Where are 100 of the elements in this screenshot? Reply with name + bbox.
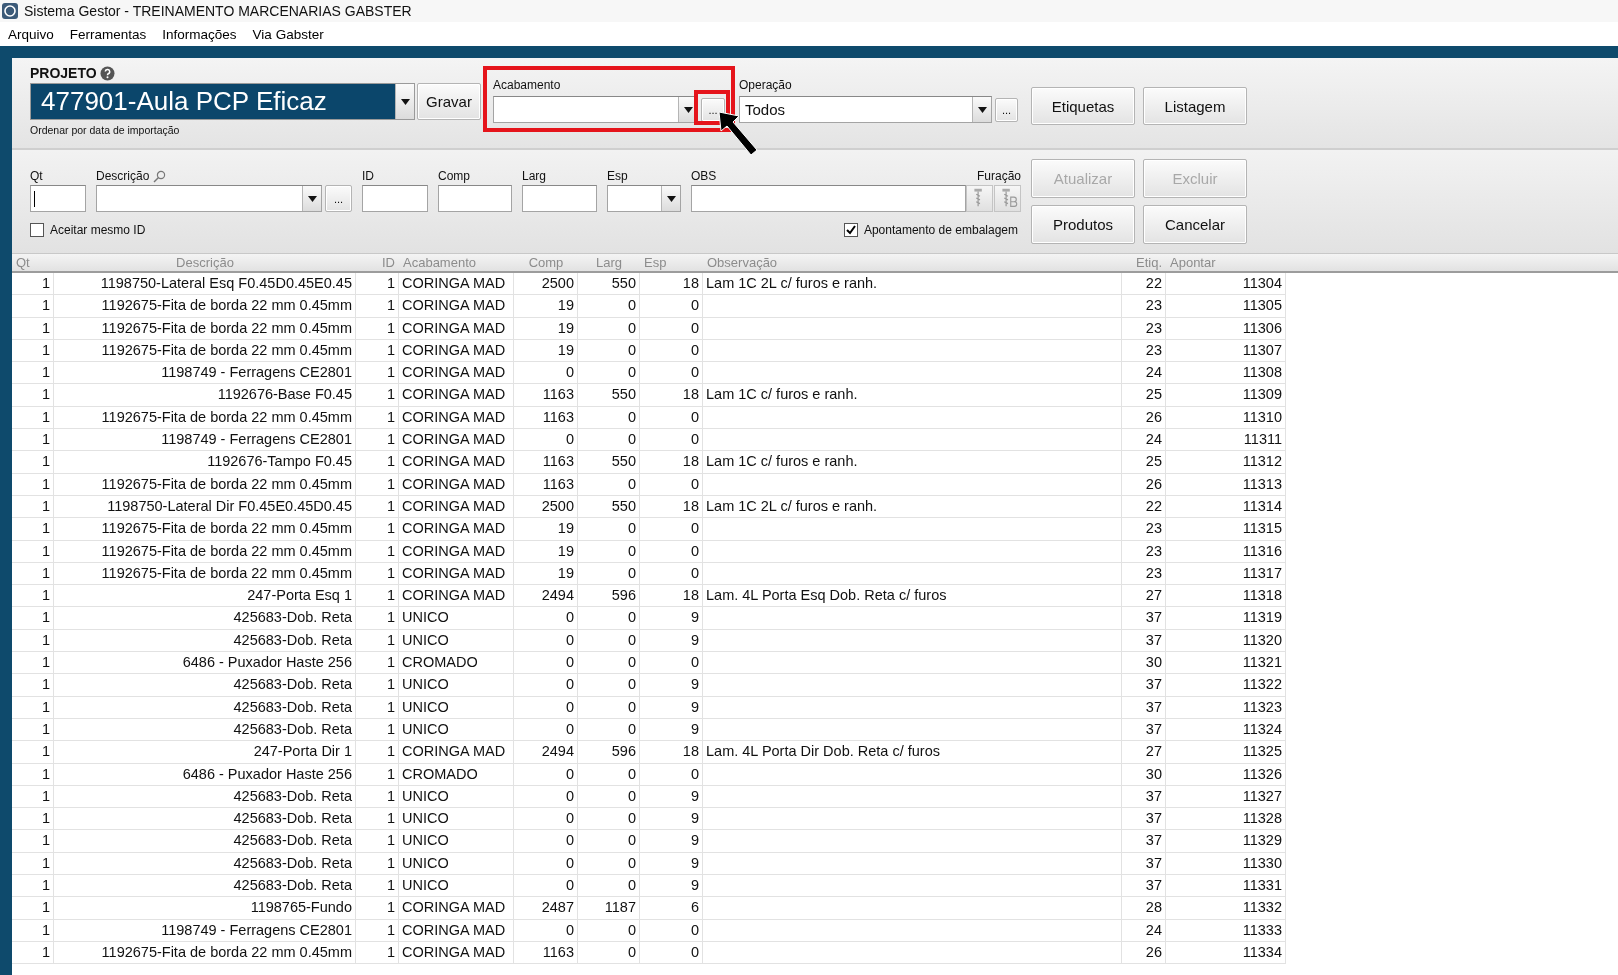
table-cell: 0 (578, 406, 640, 429)
input-field[interactable] (362, 185, 428, 212)
table-cell: 2500 (514, 273, 578, 295)
table-cell: 11330 (1166, 852, 1286, 874)
checkbox[interactable] (843, 223, 858, 237)
menu-item[interactable]: Informações (162, 26, 237, 42)
table-cell: Lam. 4L Porta Dir Dob. Reta c/ furos (703, 741, 1122, 763)
input-field[interactable] (438, 185, 512, 212)
checkbox[interactable] (30, 223, 44, 237)
table-cell: 1192675-Fita de borda 22 mm 0.45mm (54, 941, 356, 964)
table-cell: 19 (514, 317, 578, 339)
table-cell: 0 (578, 875, 640, 897)
table-cell: 27 (1122, 585, 1166, 607)
table-cell: CORINGA MAD (399, 540, 514, 562)
thickness-dropdown[interactable] (607, 185, 681, 212)
table-cell: 1192676-Tampo F0.45 (54, 451, 356, 473)
table-cell: 1 (12, 763, 54, 785)
action-button[interactable]: Produtos (1031, 205, 1135, 244)
table-cell: 1 (356, 741, 399, 763)
table-cell: 0 (640, 941, 703, 964)
checkbox-label: Apontamento de embalagem (863, 223, 1018, 237)
more-button[interactable]: ... (995, 97, 1018, 122)
table-cell: 550 (578, 451, 640, 473)
table-cell: CORINGA MAD (399, 406, 514, 429)
table-cell: 550 (578, 495, 640, 518)
table-cell: 1 (12, 562, 54, 585)
table-cell: 1 (356, 852, 399, 874)
menu-item[interactable]: Ferramentas (69, 26, 147, 42)
description-dropdown[interactable] (96, 185, 322, 212)
table-cell: 1 (356, 629, 399, 652)
table-cell: 596 (578, 741, 640, 763)
table-cell: 1198750-Lateral Esq F0.45D0.45E0.45 (54, 273, 356, 295)
field-label: Descrição (96, 168, 150, 185)
project-dropdown[interactable]: 477901-Aula PCP Eficaz (30, 83, 415, 120)
toolbar-button[interactable]: Etiquetas (1031, 87, 1135, 125)
table-cell: 1198749 - Ferragens CE2801 (54, 919, 356, 941)
table-cell: 23 (1122, 518, 1166, 540)
table-cell: 0 (578, 562, 640, 585)
table-cell: 11332 (1166, 897, 1286, 919)
save-button[interactable]: Gravar (417, 83, 481, 120)
help-icon[interactable] (99, 65, 115, 81)
table-cell: 37 (1122, 875, 1166, 897)
table-cell: 23 (1122, 540, 1166, 562)
input-field[interactable] (522, 185, 597, 212)
input-field[interactable] (691, 185, 966, 212)
table-cell: 0 (514, 852, 578, 874)
field-label: Operação (739, 77, 793, 93)
table-cell: 0 (578, 607, 640, 629)
action-button[interactable]: Cancelar (1143, 205, 1247, 244)
table-cell: Lam 1C 2L c/ furos e ranh. (703, 495, 1122, 518)
table-cell: 247-Porta Dir 1 (54, 741, 356, 763)
table-cell: 0 (514, 785, 578, 808)
table-cell: 247-Porta Esq 1 (54, 585, 356, 607)
table-cell: 23 (1122, 339, 1166, 362)
field-label: ID (362, 168, 374, 185)
table-cell: CORINGA MAD (399, 741, 514, 763)
more-button[interactable]: ... (325, 185, 352, 212)
table-cell: 0 (640, 763, 703, 785)
field-label: Esp (607, 168, 628, 185)
table-cell: 0 (578, 362, 640, 384)
table-cell: UNICO (399, 808, 514, 830)
table-cell: 0 (578, 674, 640, 696)
table-cell: Lam 1C c/ furos e ranh. (703, 451, 1122, 473)
table-cell: CORINGA MAD (399, 518, 514, 540)
table-cell: 0 (640, 652, 703, 674)
text-caret (34, 190, 35, 207)
table-cell: 1 (12, 317, 54, 339)
table-cell: 0 (514, 674, 578, 696)
table-cell: 1198749 - Ferragens CE2801 (54, 429, 356, 451)
table-cell: 1 (12, 718, 54, 741)
toolbar-button[interactable]: Listagem (1143, 87, 1247, 125)
table-cell: 11326 (1166, 763, 1286, 785)
table-cell: 0 (640, 562, 703, 585)
table-cell: 30 (1122, 652, 1166, 674)
table-cell: CORINGA MAD (399, 495, 514, 518)
operation-dropdown[interactable]: Todos (739, 96, 992, 123)
menu-item[interactable]: Arquivo (8, 26, 54, 42)
table-cell: 1 (12, 629, 54, 652)
table-cell: UNICO (399, 607, 514, 629)
table-cell: 2500 (514, 495, 578, 518)
table-cell: 0 (640, 429, 703, 451)
input-field[interactable] (30, 185, 86, 212)
table-cell: 1 (12, 384, 54, 406)
table-cell: 0 (578, 785, 640, 808)
table-cell: 0 (578, 941, 640, 964)
table-cell: 1 (12, 585, 54, 607)
table-cell: 11316 (1166, 540, 1286, 562)
table-cell: 37 (1122, 607, 1166, 629)
table-cell: 0 (514, 875, 578, 897)
table-cell: 11327 (1166, 785, 1286, 808)
search-icon[interactable] (153, 170, 167, 183)
table-cell: 425683-Dob. Reta (54, 674, 356, 696)
drill-bit-b-icon[interactable] (994, 185, 1021, 212)
table-cell: Lam 1C 2L c/ furos e ranh. (703, 273, 1122, 295)
drill-bit-icon[interactable] (966, 185, 993, 212)
table-cell: 9 (640, 696, 703, 718)
table-cell: UNICO (399, 629, 514, 652)
menu-item[interactable]: Via Gabster (252, 26, 324, 42)
table-cell: 1163 (514, 451, 578, 473)
more-button[interactable]: ... (701, 97, 725, 122)
